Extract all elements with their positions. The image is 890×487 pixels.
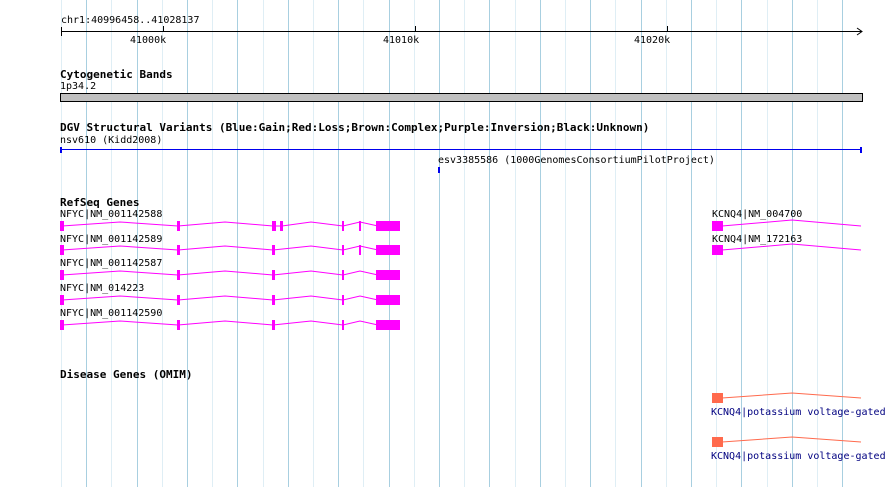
transcript-nfyc-nm-001142587 bbox=[60, 270, 400, 280]
transcript-nfyc-nm-014223 bbox=[60, 295, 400, 305]
dgv-feature-esv3385586 bbox=[438, 167, 440, 173]
ruler-track: chr1:40996458..41028137 41000k 41010k 41… bbox=[0, 0, 890, 46]
transcript-nfyc-nm-001142590 bbox=[60, 320, 400, 330]
dgv-feature-label-esv3385586: esv3385586 (1000GenomesConsortiumPilotPr… bbox=[438, 155, 715, 166]
transcript-kcnq4-nm-004700 bbox=[712, 219, 862, 231]
cytoband-bar[interactable] bbox=[60, 93, 863, 102]
ruler-tick-label-3: 41020k bbox=[634, 35, 671, 46]
refseq-track: RefSeq Genes NFYC|NM_001142588 NFYC|NM_0… bbox=[0, 194, 890, 344]
cytoband-label: 1p34.2 bbox=[60, 81, 97, 92]
transcript-nfyc-nm-001142589 bbox=[60, 245, 400, 255]
ruler-tick-label-2: 41010k bbox=[383, 35, 420, 46]
transcript-kcnq4-nm-172163 bbox=[712, 243, 862, 255]
cytoband-track: Cytogenetic Bands 1p34.2 bbox=[0, 66, 890, 106]
dgv-features[interactable] bbox=[0, 118, 890, 178]
omim-gene-label: KCNQ4|potassium voltage-gated bbox=[711, 407, 886, 418]
cytoband-track-title[interactable]: Cytogenetic Bands bbox=[60, 68, 173, 81]
transcript-nfyc-nm-001142588 bbox=[60, 221, 400, 231]
ruler-tick-label-1: 41000k bbox=[130, 35, 167, 46]
omim-track: Disease Genes (OMIM) KCNQ4|potassium vol… bbox=[0, 366, 890, 476]
omim-gene-label: KCNQ4|potassium voltage-gated bbox=[711, 451, 886, 462]
omim-gene-kcnq4-1 bbox=[712, 392, 862, 403]
omim-gene-kcnq4-2 bbox=[712, 436, 862, 447]
dgv-track: DGV Structural Variants (Blue:Gain;Red:L… bbox=[0, 118, 890, 178]
refseq-glyphs[interactable] bbox=[0, 194, 890, 344]
